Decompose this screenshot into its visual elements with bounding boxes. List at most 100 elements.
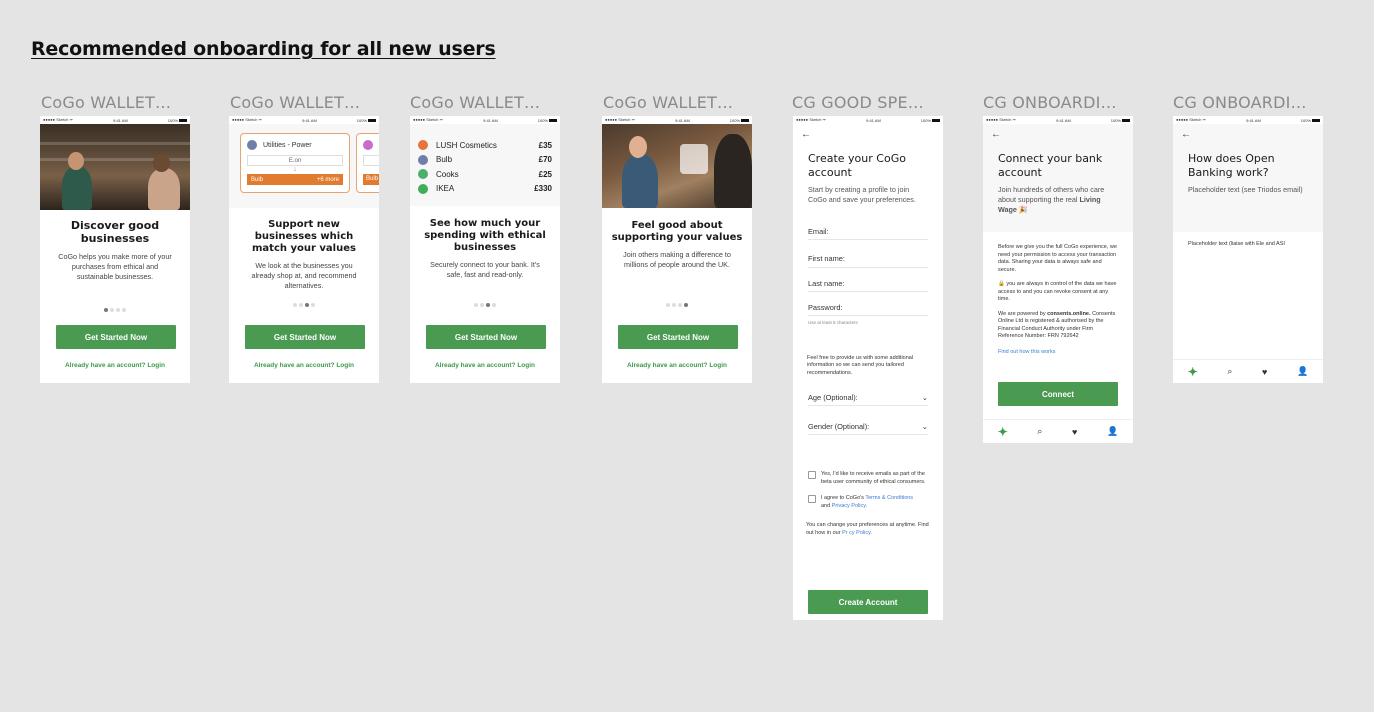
terms-checkbox[interactable] <box>808 495 816 503</box>
profile-tab-icon[interactable]: 👤 <box>1107 426 1118 437</box>
email-field[interactable]: Email: <box>808 223 928 240</box>
battery-icon <box>931 118 940 122</box>
time-text: 9:41 AM <box>483 117 498 123</box>
powered-by-text: We are powered by consents.online. Conse… <box>998 310 1116 340</box>
screen-title: See how much your spending with ethical … <box>424 218 546 253</box>
battery-text: 100% <box>920 117 931 123</box>
frame-label-3: CoGo WALLET… <box>410 93 541 112</box>
battery-text: 100% <box>1110 117 1121 123</box>
battery-icon <box>367 118 376 122</box>
login-link[interactable]: Already have an account? Login <box>229 362 379 369</box>
first-name-field[interactable]: First name: <box>808 249 928 268</box>
home-tab-icon[interactable]: ✦ <box>998 425 1008 439</box>
privacy-link[interactable]: Privacy Policy. <box>832 503 867 509</box>
time-text: 9:41 AM <box>113 117 128 123</box>
password-field[interactable]: Password: <box>808 299 928 316</box>
screen-body: We look at the businesses you already sh… <box>251 261 357 290</box>
frame-label-5: CG GOOD SPE… <box>792 93 924 112</box>
screen-title: How does Open Banking work? <box>1188 152 1275 179</box>
screen-body: Securely connect to your bank. It's safe… <box>430 260 540 279</box>
page-dots[interactable] <box>410 303 560 307</box>
email-consent-row[interactable]: Yes, I'd like to receive emails as part … <box>793 471 943 486</box>
battery-text: 100% <box>1300 117 1311 123</box>
merchant-row: LUSH Cosmetics £35 <box>410 138 560 153</box>
email-consent-checkbox[interactable] <box>808 471 816 479</box>
search-tab-icon[interactable]: ⌕ <box>1037 426 1042 437</box>
terms-row[interactable]: I agree to CoGo's Terms & Conditions and … <box>793 495 943 510</box>
next-card-peek[interactable]: Bulb <box>356 133 379 193</box>
merchant-list: LUSH Cosmetics £35 Bulb £70 Cooks £25 IKEA £… <box>410 124 560 206</box>
profile-tab-icon[interactable]: 👤 <box>1297 366 1308 377</box>
page-dots[interactable] <box>40 308 190 312</box>
alternative-card[interactable]: Utilities - Power E.on ↓ Bulb +6 more <box>240 133 350 193</box>
screen-title: Create your CoGo account <box>808 152 906 179</box>
search-tab-icon[interactable]: ⌕ <box>1227 366 1232 377</box>
login-link[interactable]: Already have an account? Login <box>40 362 190 369</box>
login-link[interactable]: Already have an account? Login <box>602 362 752 369</box>
page-dots[interactable] <box>229 303 379 307</box>
get-started-button[interactable]: Get Started Now <box>426 325 546 349</box>
permission-text: Before we give you the full CoGo experie… <box>998 244 1117 273</box>
merchant-amount: £70 <box>538 155 552 165</box>
merchant-amount: £25 <box>538 169 552 179</box>
terms-link[interactable]: Terms & Conditions <box>865 495 913 501</box>
carrier-text: ●●●●● Sketch ᯤ <box>43 117 74 122</box>
terms-text: I agree to CoGo's Terms & Conditions and … <box>821 495 914 509</box>
gender-select[interactable]: Gender (Optional): ⌄ <box>808 418 928 435</box>
extra-info-text: Feel free to provide us with some additi… <box>807 354 914 376</box>
back-arrow-icon[interactable]: ← <box>1173 130 1323 140</box>
heart-tab-icon[interactable]: ♥ <box>1072 427 1077 437</box>
chevron-down-icon: ⌄ <box>921 392 928 402</box>
password-hint: Use at least 8 characters <box>808 320 858 325</box>
screen-subtitle: Join hundreds of others who care about s… <box>998 185 1105 214</box>
status-bar: ●●●●● Sketch ᯤ 9:41 AM 100% <box>410 116 560 124</box>
login-link[interactable]: Already have an account? Login <box>410 362 560 369</box>
suggested-provider: Bulb <box>251 176 264 183</box>
page-title: Recommended onboarding for all new users <box>31 38 496 60</box>
screen-title: Connect your bank account <box>998 152 1103 179</box>
merchant-name: Cooks <box>436 169 459 179</box>
create-account-screen: ●●●●● Sketch ᯤ 9:41 AM 100% ← Create your … <box>793 116 943 620</box>
email-consent-text: Yes, I'd like to receive emails as part … <box>821 471 926 485</box>
get-started-button[interactable]: Get Started Now <box>245 325 365 349</box>
status-bar: ●●●●● Sketch ᯤ 9:41 AM 100% <box>602 116 752 124</box>
time-text: 9:41 AM <box>302 117 317 123</box>
tab-bar: ✦ ⌕ ♥ 👤 <box>983 419 1133 443</box>
age-select[interactable]: Age (Optional): ⌄ <box>808 389 928 406</box>
time-text: 9:41 AM <box>1246 117 1261 123</box>
last-name-field[interactable]: Last name: <box>808 275 928 292</box>
onboarding-screen-feel-good: ●●●●● Sketch ᯤ 9:41 AM 100% Feel good abou… <box>602 116 752 383</box>
preferences-note: You can change your preferences at anyti… <box>806 522 929 536</box>
power-icon <box>247 140 257 150</box>
gender-label: Gender (Optional): <box>808 421 870 431</box>
carrier-text: ●●●●● Sketch ᯤ <box>605 117 636 122</box>
back-arrow-icon[interactable]: ← <box>983 130 1133 140</box>
frame-label-7: CG ONBOARDI… <box>1173 93 1307 112</box>
find-out-link[interactable]: Find out how this works <box>983 349 1133 357</box>
frame-label-2: CoGo WALLET… <box>230 93 361 112</box>
card-category: Utilities - Power <box>263 141 312 149</box>
privacy-policy-link[interactable]: Pr cy Policy. <box>842 530 872 536</box>
heart-tab-icon[interactable]: ♥ <box>1262 367 1267 377</box>
onboarding-screen-support: ●●●●● Sketch ᯤ 9:41 AM 100% Utilities - Po… <box>229 116 379 383</box>
screen-title: Support new businesses which match your … <box>252 219 356 254</box>
page-dots[interactable] <box>602 303 752 307</box>
get-started-button[interactable]: Get Started Now <box>618 325 738 349</box>
more-count: +6 more <box>316 176 339 183</box>
screen-body: Join others making a difference to milli… <box>623 250 731 269</box>
home-tab-icon[interactable]: ✦ <box>1188 365 1198 379</box>
battery-icon <box>1311 118 1320 122</box>
control-text: 🔒 you are always in control of the data … <box>998 281 1117 302</box>
category-icon <box>363 140 373 150</box>
battery-icon <box>548 118 557 122</box>
screen-title: Feel good about supporting your values <box>611 220 743 243</box>
connect-button[interactable]: Connect <box>998 382 1118 406</box>
get-started-button[interactable]: Get Started Now <box>56 325 176 349</box>
battery-text: 100% <box>356 117 367 123</box>
card-carousel[interactable]: Utilities - Power E.on ↓ Bulb +6 more Bu… <box>229 124 379 208</box>
back-arrow-icon[interactable]: ← <box>793 130 943 140</box>
create-account-button[interactable]: Create Account <box>808 590 928 614</box>
battery-icon <box>740 118 749 122</box>
status-bar: ●●●●● Sketch ᯤ 9:41 AM 100% <box>229 116 379 124</box>
frame-label-4: CoGo WALLET… <box>603 93 734 112</box>
